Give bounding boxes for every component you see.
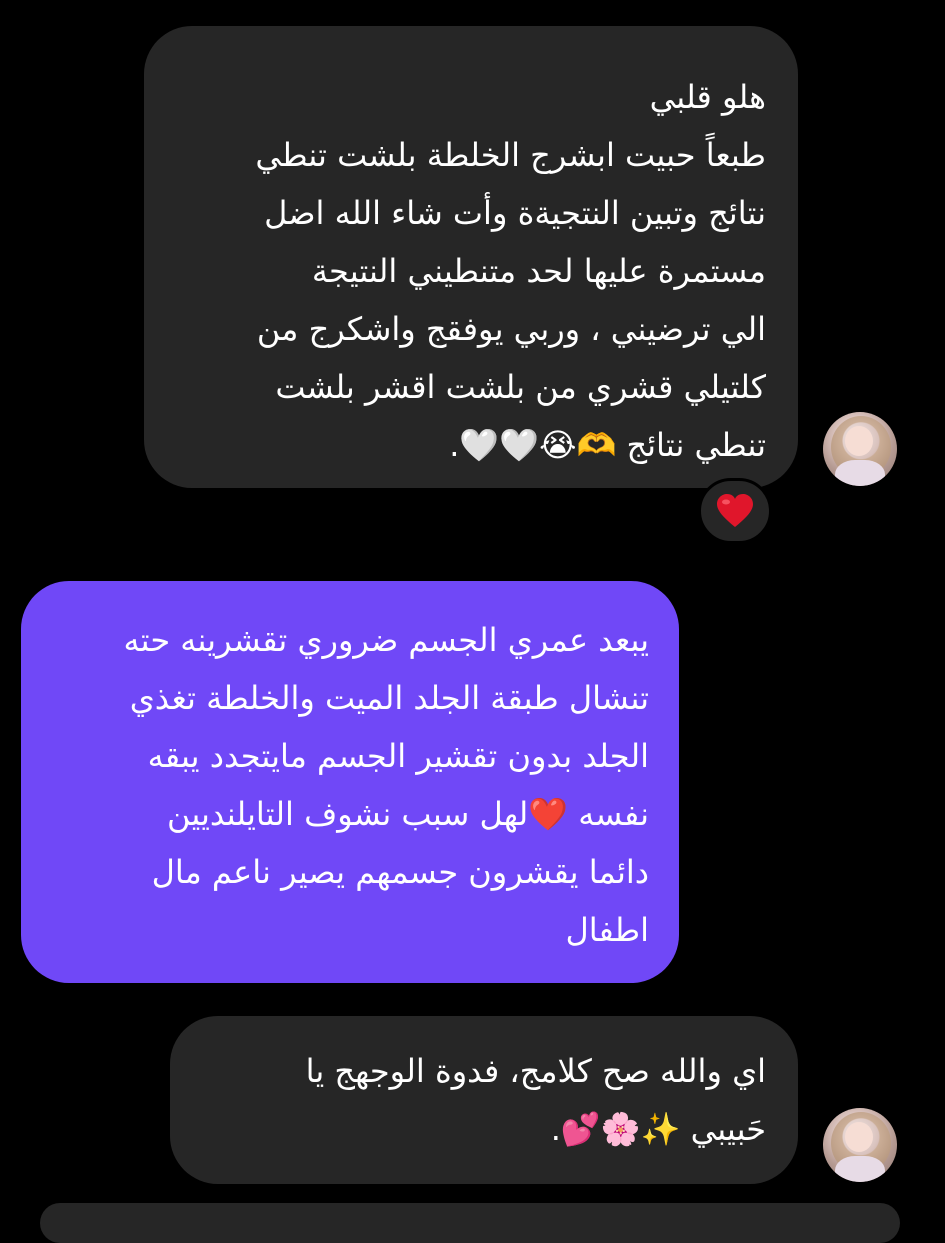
incoming-message-bubble[interactable]: اي والله صح كلامج، فدوة الوجهج يا حَبيبي… xyxy=(170,1016,798,1184)
message-text-line: تنطي نتائج 🫶😭🤍🤍. xyxy=(449,426,766,464)
message-text-line: دائما يقشرون جسمهم يصير ناعم مال xyxy=(151,853,649,891)
message-text-line: الي ترضيني ، وربي يوفقج واشكرج من xyxy=(256,310,766,348)
message-text-line: مستمرة عليها لحد متنطيني النتيجة xyxy=(311,252,766,290)
sender-avatar[interactable] xyxy=(823,412,897,486)
message-text-line: هلو قلبي xyxy=(649,78,766,116)
avatar-dress xyxy=(835,1156,885,1182)
message-text-line: نتائج وتبين النتجيةة وأت شاء الله اضل xyxy=(264,194,766,232)
avatar-face xyxy=(845,426,873,456)
message-text-line: حَبيبي ✨🌸💕. xyxy=(550,1110,766,1148)
heart-reaction-badge[interactable] xyxy=(698,478,772,544)
next-message-bubble-edge xyxy=(40,1203,900,1243)
message-text-line: يبعد عمري الجسم ضروري تقشرينه حته xyxy=(123,621,649,659)
outgoing-message-bubble[interactable]: يبعد عمري الجسم ضروري تقشرينه حته تنشال … xyxy=(21,581,679,983)
message-text-line: كلتيلي قشري من بلشت اقشر بلشت xyxy=(275,368,766,406)
message-text-line: نفسه ❤️لهل سبب نشوف التايلنديين xyxy=(166,795,649,833)
message-text-line: طبعاً حبيت ابشرج الخلطة بلشت تنطي xyxy=(255,136,766,174)
avatar-dress xyxy=(835,460,885,486)
sender-avatar[interactable] xyxy=(823,1108,897,1182)
message-text-line: الجلد بدون تقشير الجسم مايتجدد يبقه xyxy=(147,737,649,775)
avatar-face xyxy=(845,1122,873,1152)
red-heart-icon xyxy=(717,494,753,527)
incoming-message-bubble[interactable]: هلو قلبي طبعاً حبيت ابشرج الخلطة بلشت تن… xyxy=(144,26,798,488)
message-text-line: تنشال طبقة الجلد الميت والخلطة تغذي xyxy=(129,679,649,717)
message-text-line: اطفال xyxy=(565,911,649,949)
message-text-line: اي والله صح كلامج، فدوة الوجهج يا xyxy=(305,1052,766,1090)
